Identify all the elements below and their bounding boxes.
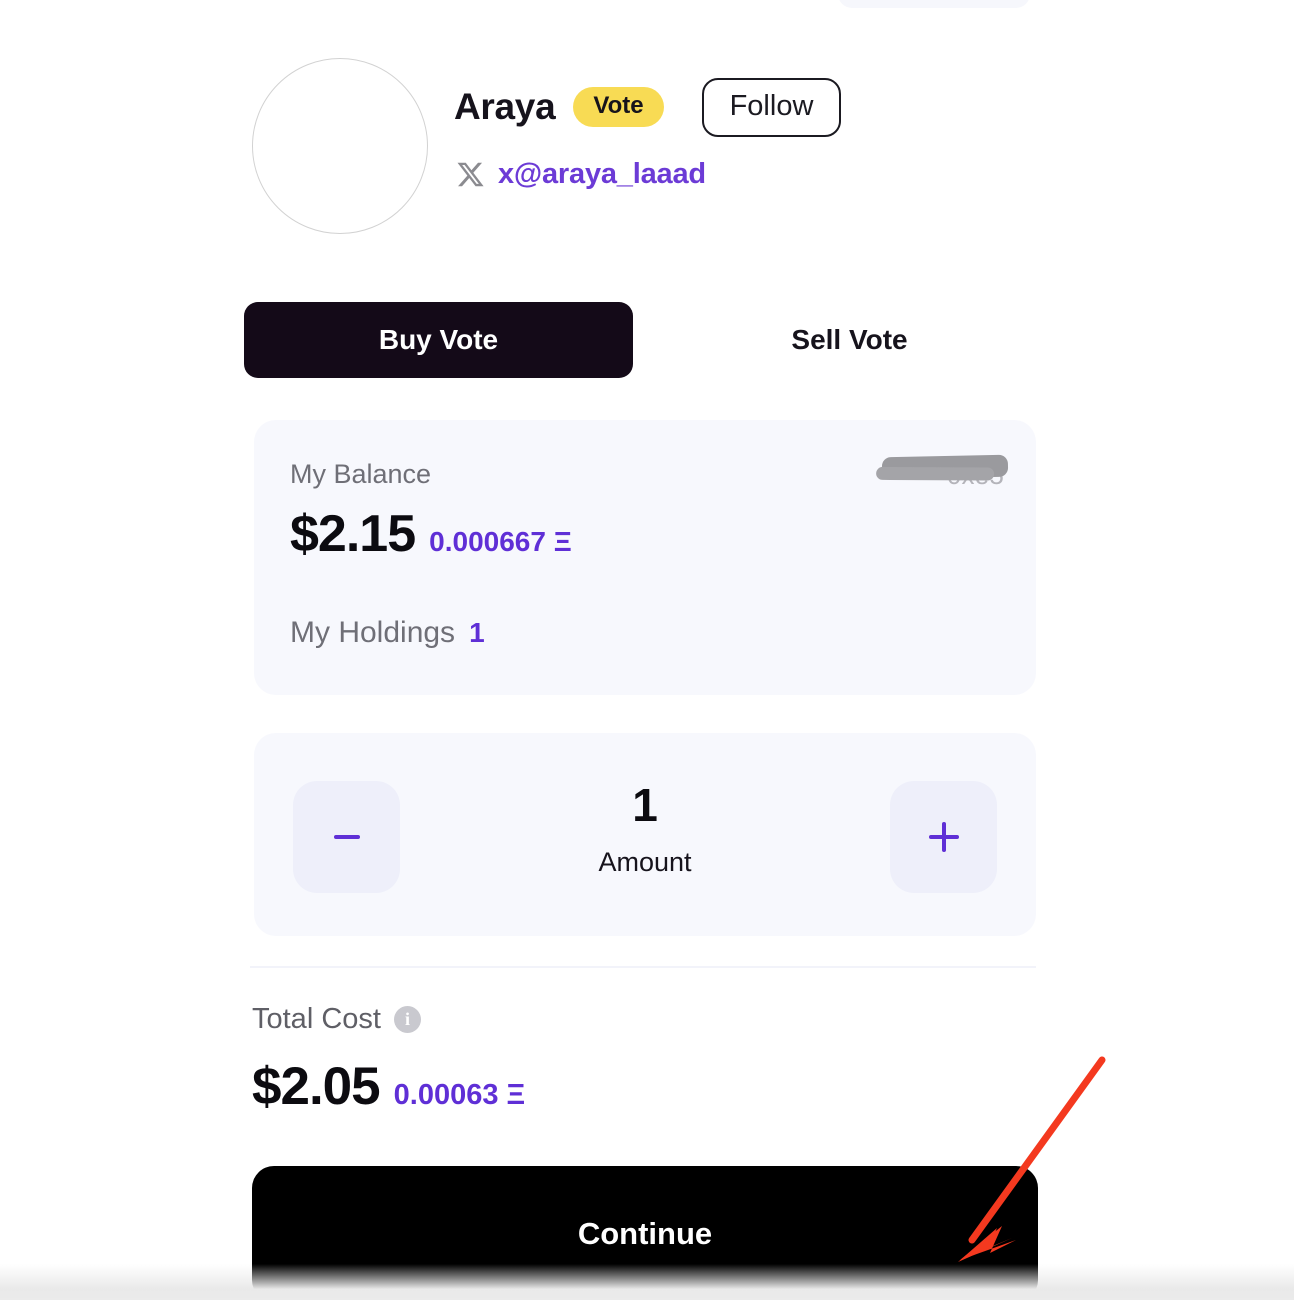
total-cost-usd-value: $2.05 <box>252 1057 381 1116</box>
holdings-label: My Holdings <box>290 616 456 649</box>
increment-button[interactable] <box>890 781 997 893</box>
total-cost-amount-row: $2.05 0.00063 Ξ <box>252 1056 525 1117</box>
holdings-row: My Holdings 1 <box>290 616 485 650</box>
trade-panel-screen: Araya Vote Follow x@araya_laaad Buy Vote… <box>0 0 1294 1300</box>
tab-sell-vote[interactable]: Sell Vote <box>655 302 1044 378</box>
handle-row[interactable]: x@araya_laaad <box>456 158 706 191</box>
social-handle-link[interactable]: x@araya_laaad <box>498 158 706 191</box>
continue-button[interactable]: Continue <box>252 1166 1038 1300</box>
page-title: Araya <box>454 86 556 127</box>
avatar[interactable] <box>252 58 428 234</box>
name-row: Araya Vote Follow <box>454 76 842 138</box>
plus-icon <box>928 822 959 852</box>
balance-usd-value: $2.15 <box>290 505 416 563</box>
quantity-stepper: 1 Amount <box>254 733 1036 936</box>
follow-button[interactable]: Follow <box>701 77 842 137</box>
balance-eth-value: 0.000667 Ξ <box>429 526 572 557</box>
x-twitter-icon <box>456 160 485 189</box>
total-cost-label: Total Cost <box>252 1003 381 1035</box>
section-divider <box>250 966 1036 968</box>
top-partial-card <box>838 0 1030 8</box>
total-cost-eth-value: 0.00063 Ξ <box>393 1079 526 1111</box>
status-badge: Vote <box>573 87 664 127</box>
trade-mode-tabs: Buy Vote Sell Vote <box>244 302 1044 378</box>
profile-header: Araya Vote Follow x@araya_laaad <box>252 58 1042 248</box>
balance-amount-row: $2.15 0.000667 Ξ <box>290 504 572 564</box>
balance-label: My Balance <box>290 459 432 489</box>
wallet-address-redaction <box>881 454 1009 480</box>
tab-buy-vote[interactable]: Buy Vote <box>244 302 633 378</box>
holdings-value: 1 <box>469 617 485 648</box>
info-icon[interactable]: i <box>393 1006 421 1033</box>
total-cost-label-row: Total Cost i <box>252 1003 421 1036</box>
